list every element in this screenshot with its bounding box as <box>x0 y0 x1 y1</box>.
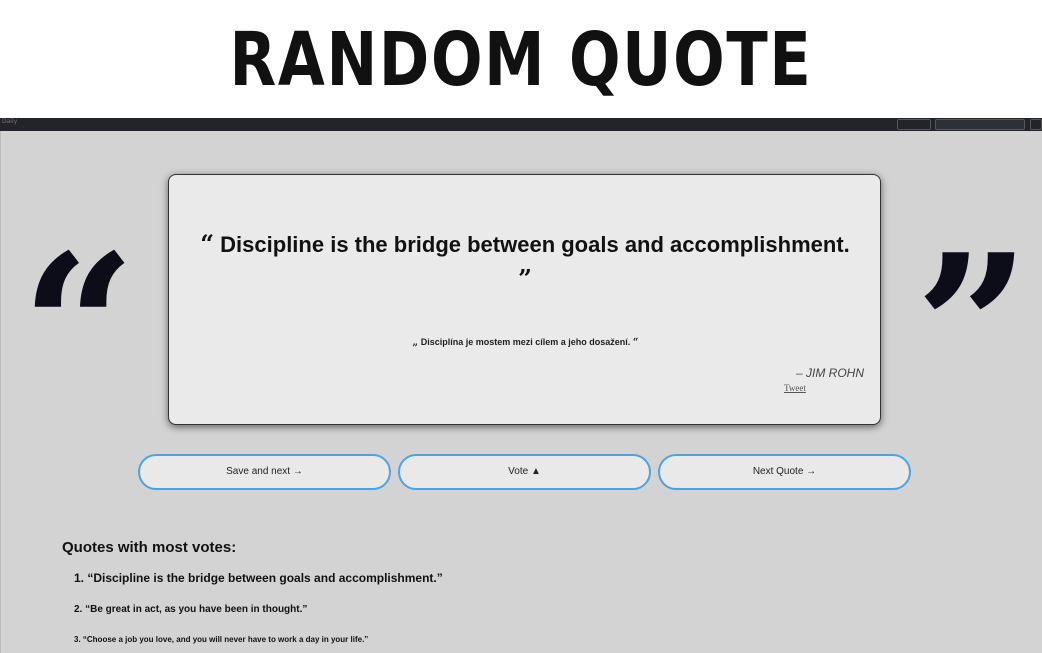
list-item: 2. “Be great in act, as you have been in… <box>74 604 308 615</box>
quote-author: – JIM ROHN <box>795 366 864 380</box>
banner: RANDOM QUOTE MACHINE <box>0 0 1042 195</box>
quote-card: “ Discipline is the bridge between goals… <box>168 174 881 425</box>
close-quote-icon: ” <box>915 211 1031 446</box>
topbar-wide-button[interactable] <box>935 119 1025 130</box>
topbar-small-button[interactable] <box>1030 119 1042 130</box>
app-area: “ ” “ Discipline is the bridge between g… <box>0 131 1042 653</box>
quote-translation-block: „ Disciplína je mostem mezi cílem a jeho… <box>169 337 882 348</box>
quote-text: Discipline is the bridge between goals a… <box>220 232 850 257</box>
list-item: 3. “Choose a job you love, and you will … <box>74 635 369 644</box>
save-and-next-button[interactable]: Save and next → <box>138 454 391 490</box>
translation-close-mark: “ <box>632 337 639 348</box>
next-quote-button[interactable]: Next Quote → <box>658 454 911 490</box>
topbar-button[interactable] <box>897 119 931 130</box>
quote-close-mark: ” <box>518 264 532 293</box>
translation-open-mark: „ <box>412 337 419 348</box>
app-topbar: Daily <box>0 118 1042 131</box>
list-item: 1. “Discipline is the bridge between goa… <box>74 571 443 585</box>
vote-button[interactable]: Vote ▲ <box>398 454 651 490</box>
open-quote-icon: “ <box>21 211 137 446</box>
quote-translation: Disciplína je mostem mezi cílem a jeho d… <box>420 337 631 347</box>
quote-open-mark: “ <box>200 229 215 258</box>
tweet-link[interactable]: Tweet <box>784 383 806 393</box>
top-votes-title: Quotes with most votes: <box>62 539 237 556</box>
topbar-brand: Daily <box>2 118 18 125</box>
quote-text-block: “ Discipline is the bridge between goals… <box>185 227 865 297</box>
